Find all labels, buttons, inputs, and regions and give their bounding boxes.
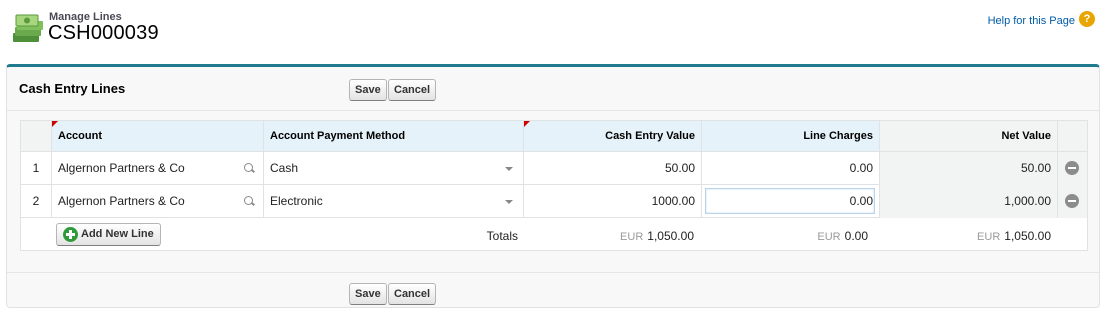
page-title: CSH000039 xyxy=(48,22,159,44)
divider xyxy=(7,272,1099,273)
help-link[interactable]: Help for this Page xyxy=(988,15,1075,27)
payment-method-select[interactable]: Electronic xyxy=(264,185,524,218)
column-header-line-charges: Line Charges xyxy=(702,121,880,152)
help-icon[interactable]: ? xyxy=(1079,11,1095,27)
row-number: 2 xyxy=(21,185,52,218)
plus-icon xyxy=(63,227,78,242)
search-icon[interactable] xyxy=(244,163,253,172)
currency-code: EUR xyxy=(977,231,1001,243)
totals-label: Totals xyxy=(486,229,518,243)
chevron-down-icon xyxy=(505,167,513,171)
remove-line-icon[interactable] xyxy=(1065,194,1079,208)
row-number: 1 xyxy=(21,152,52,185)
divider xyxy=(7,110,1099,111)
cash-icon xyxy=(13,14,43,42)
account-lookup[interactable]: Algernon Partners & Co xyxy=(52,152,264,185)
add-new-line-button[interactable]: Add New Line xyxy=(56,223,161,246)
account-value: Algernon Partners & Co xyxy=(58,161,185,175)
column-header-account: Account xyxy=(52,121,264,152)
table-row: 2 Algernon Partners & Co Electronic 1000… xyxy=(21,185,1087,218)
total-cash-entry-value: EUR 1,050.00 xyxy=(620,229,694,243)
save-button-bottom[interactable]: Save xyxy=(349,283,387,305)
lines-table: Account Account Payment Method Cash Entr… xyxy=(20,120,1088,251)
row-actions xyxy=(1058,152,1087,185)
column-header-cash-entry-value: Cash Entry Value xyxy=(524,121,702,152)
column-header-actions xyxy=(1058,121,1087,152)
row-actions xyxy=(1058,185,1087,218)
cancel-button-top[interactable]: Cancel xyxy=(388,79,437,101)
search-icon[interactable] xyxy=(244,196,253,205)
net-value: 1,000.00 xyxy=(880,185,1058,218)
cash-entry-value-input[interactable]: 1000.00 xyxy=(524,185,702,218)
net-value: 50.00 xyxy=(880,152,1058,185)
cash-entry-value-input[interactable]: 50.00 xyxy=(524,152,702,185)
chevron-down-icon xyxy=(505,200,513,204)
table-row: 1 Algernon Partners & Co Cash 50.00 0.00… xyxy=(21,152,1087,185)
column-header-row-number xyxy=(21,121,52,152)
required-marker xyxy=(524,121,530,127)
remove-line-icon[interactable] xyxy=(1065,161,1079,175)
payment-method-value: Cash xyxy=(270,161,299,175)
total-net-value: EUR 1,050.00 xyxy=(977,229,1051,243)
page-header: Manage Lines CSH000039 Help for this Pag… xyxy=(0,0,1107,62)
cancel-button-bottom[interactable]: Cancel xyxy=(388,283,437,305)
currency-code: EUR xyxy=(620,231,644,243)
line-charges-cell: 0.00 xyxy=(702,185,880,218)
line-charges-value: 0.00 xyxy=(849,194,873,208)
account-lookup[interactable]: Algernon Partners & Co xyxy=(52,185,264,218)
payment-method-value: Electronic xyxy=(270,194,323,208)
line-charges-input[interactable]: 0.00 xyxy=(702,152,880,185)
panel-title: Cash Entry Lines xyxy=(19,81,126,96)
account-value: Algernon Partners & Co xyxy=(58,194,185,208)
total-line-charges: EUR 0.00 xyxy=(817,229,868,243)
currency-code: EUR xyxy=(817,231,841,243)
column-header-net-value: Net Value xyxy=(880,121,1058,152)
save-button-top[interactable]: Save xyxy=(349,79,387,101)
cash-entry-lines-panel: Cash Entry Lines Save Cancel Account Acc… xyxy=(6,64,1100,308)
required-marker xyxy=(52,121,58,127)
column-header-payment-method: Account Payment Method xyxy=(264,121,524,152)
payment-method-select[interactable]: Cash xyxy=(264,152,524,185)
